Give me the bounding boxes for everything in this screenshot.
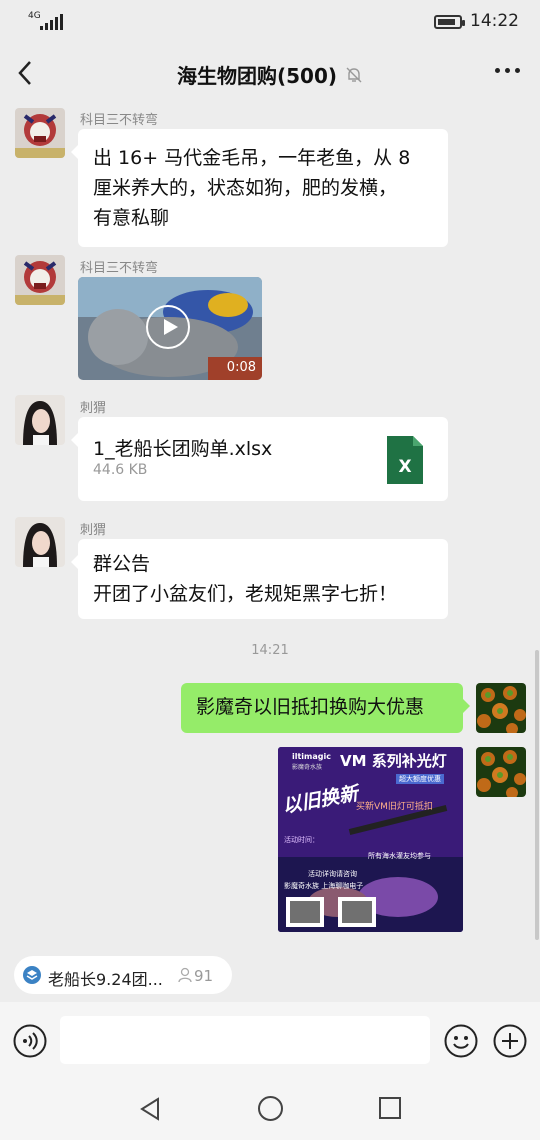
message-input[interactable]	[60, 1016, 430, 1064]
excel-badge: X	[398, 457, 412, 477]
announcement-bubble[interactable]: 群公告 开团了小盆友们，老规矩黑字七折！	[71, 539, 448, 619]
message-timestamp: 14:21	[251, 643, 289, 658]
chat-messages[interactable]: 科目三不转弯 出 16+ 马代金毛吊，一年老鱼，从 8 厘米养大的，状态如狗，肥…	[0, 104, 540, 946]
message-text-line: 厘米养大的，状态如狗，肥的发横，	[93, 177, 398, 199]
message-text-line: 出 16+ 马代金毛吊，一年老鱼，从 8	[93, 147, 411, 169]
poster-tag: 超大额度优惠	[396, 774, 444, 784]
pinned-count: 91	[194, 967, 214, 985]
avatar[interactable]	[15, 395, 65, 445]
more-icon[interactable]	[495, 68, 520, 73]
file-message[interactable]: 1_老船长团购单.xlsx 44.6 KB X	[71, 417, 448, 501]
emoji-icon[interactable]	[444, 1024, 478, 1062]
message-bubble[interactable]: 出 16+ 马代金毛吊，一年老鱼，从 8 厘米养大的，状态如狗，肥的发横， 有意…	[71, 129, 448, 247]
my-avatar[interactable]	[476, 683, 526, 733]
pinned-label: 老船长9.24团...	[48, 970, 163, 989]
signal-icon	[40, 14, 63, 30]
video-message[interactable]: 0:08	[78, 277, 262, 380]
poster-image-message[interactable]: iltimagic 影魔奇水族 VM 系列补光灯 超大额度优惠 以旧换新 买新V…	[278, 747, 463, 932]
stack-icon	[23, 966, 41, 984]
file-size: 44.6 KB	[93, 462, 148, 478]
my-avatar[interactable]	[476, 747, 526, 797]
poster-line: 活动详询请咨询	[308, 870, 357, 878]
sender-name: 科目三不转弯	[80, 261, 159, 276]
system-navigation-bar	[0, 1080, 540, 1140]
person-icon	[178, 967, 192, 983]
nav-back-icon[interactable]	[138, 1096, 164, 1126]
chat-title: 海生物团购(500)	[176, 64, 338, 88]
poster-line: 影魔奇水族 上海聊咖电子	[284, 882, 364, 890]
poster-brand: iltimagic	[292, 752, 331, 761]
play-icon[interactable]	[146, 305, 190, 349]
message-text: 影魔奇以旧抵扣换购大优惠	[196, 696, 425, 718]
mute-bell-icon	[346, 67, 362, 82]
video-duration: 0:08	[226, 360, 256, 375]
avatar[interactable]	[15, 517, 65, 567]
chat-header: 海生物团购(500)	[0, 44, 540, 104]
sender-name: 刺猬	[80, 523, 107, 538]
my-message-bubble[interactable]: 影魔奇以旧抵扣换购大优惠	[181, 683, 470, 733]
sender-name: 刺猬	[80, 401, 107, 416]
poster-headline: VM 系列补光灯	[340, 752, 447, 770]
avatar[interactable]	[15, 108, 65, 158]
announcement-text: 开团了小盆友们，老规矩黑字七折！	[93, 583, 398, 605]
poster-brand-sub: 影魔奇水族	[292, 764, 323, 771]
network-indicator: 4G	[28, 11, 41, 21]
plus-icon[interactable]	[493, 1024, 527, 1062]
nav-home-icon[interactable]	[257, 1095, 284, 1126]
announcement-title: 群公告	[93, 553, 151, 575]
excel-file-icon: X	[387, 436, 423, 484]
status-bar: 4G 14:22	[0, 0, 540, 44]
battery-icon	[434, 15, 465, 29]
file-name: 1_老船长团购单.xlsx	[93, 438, 273, 460]
pinned-message-chip[interactable]: 老船长9.24团... 91	[14, 956, 232, 994]
scrollbar[interactable]	[535, 650, 539, 940]
input-bar	[0, 1002, 540, 1080]
avatar[interactable]	[15, 255, 65, 305]
voice-icon[interactable]	[13, 1024, 47, 1062]
nav-recent-icon[interactable]	[378, 1096, 402, 1124]
poster-line: 所有海水灌友均参与	[368, 852, 431, 860]
message-text-line: 有意私聊	[93, 207, 170, 229]
poster-offer: 买新VM旧灯可抵扣	[356, 802, 433, 812]
poster-line: 活动时间：	[284, 836, 319, 844]
status-time: 14:22	[470, 11, 519, 31]
sender-name: 科目三不转弯	[80, 113, 159, 128]
